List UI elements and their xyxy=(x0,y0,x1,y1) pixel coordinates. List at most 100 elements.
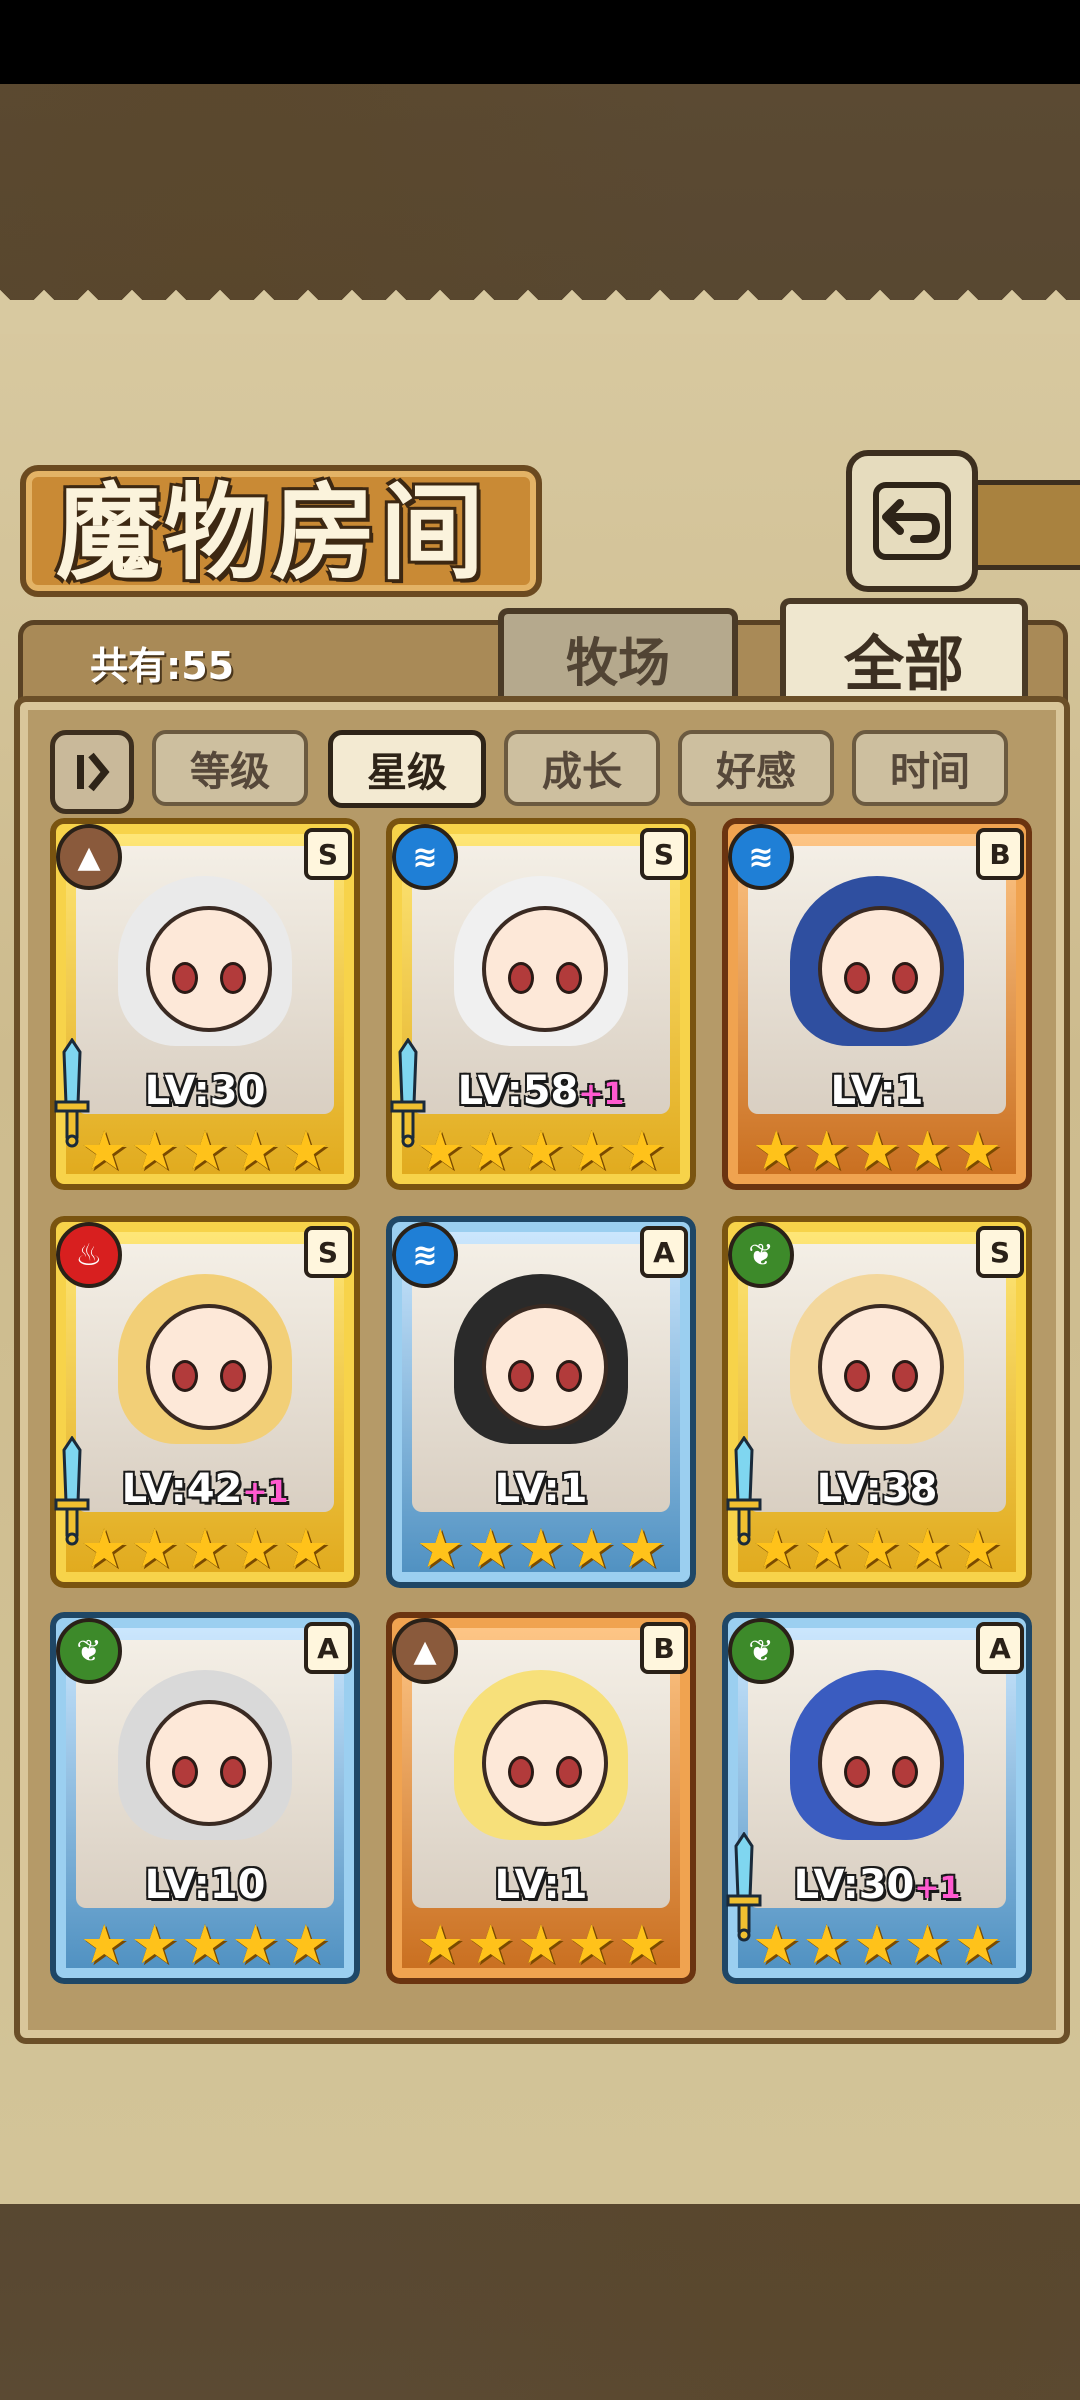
level-value: LV:10 xyxy=(144,1862,266,1908)
star-icon: ★ xyxy=(79,1119,129,1182)
star-icon: ★ xyxy=(281,1913,331,1976)
portrait-face xyxy=(146,906,272,1032)
star-icon: ★ xyxy=(903,1119,952,1182)
zigzag-border-top xyxy=(0,290,1080,334)
level-value: LV:58 xyxy=(457,1068,579,1114)
rank-badge: S xyxy=(640,828,688,880)
filter-affection[interactable]: 好感 xyxy=(678,730,834,806)
page-title: 魔物房间 xyxy=(56,471,489,594)
star-icon: ★ xyxy=(415,1517,465,1580)
level-plus: +1 xyxy=(242,1475,289,1510)
element-wood-icon: ❦ xyxy=(56,1618,122,1684)
filter-growth[interactable]: 成长 xyxy=(504,730,660,806)
star-icon: ★ xyxy=(802,1913,851,1976)
portrait-eye xyxy=(892,1360,918,1392)
portrait-eye xyxy=(556,1360,582,1392)
level-label: LV:1 xyxy=(386,1466,696,1512)
rank-badge: S xyxy=(976,1226,1024,1278)
portrait-eye xyxy=(892,962,918,994)
portrait-eye xyxy=(172,1360,198,1392)
star-icon: ★ xyxy=(130,1913,179,1976)
level-label: LV:38 xyxy=(722,1466,1032,1512)
level-label: LV:1 xyxy=(386,1862,696,1908)
level-label: LV:30+1 xyxy=(722,1862,1032,1908)
star-icon: ★ xyxy=(953,1517,1003,1580)
portrait-eye xyxy=(844,962,870,994)
star-icon: ★ xyxy=(516,1517,566,1580)
level-value: LV:42 xyxy=(121,1466,243,1512)
monster-card[interactable]: ♨ S LV:42+1 ★ ★ ★ ★ ★ xyxy=(50,1216,360,1588)
monster-card[interactable]: ▲ B LV:1 ★ ★ ★ ★ ★ xyxy=(386,1612,696,1984)
level-plus: +1 xyxy=(914,1871,961,1906)
star-icon: ★ xyxy=(953,1119,1003,1182)
star-icon: ★ xyxy=(852,1517,902,1580)
monster-card[interactable]: ❦ A LV:30+1 ★ ★ ★ ★ ★ xyxy=(722,1612,1032,1984)
portrait-eye xyxy=(172,962,198,994)
portrait-eye xyxy=(220,1360,246,1392)
status-bar xyxy=(0,0,1080,84)
star-icon: ★ xyxy=(180,1119,230,1182)
star-icon: ★ xyxy=(903,1913,952,1976)
star-icon: ★ xyxy=(953,1913,1003,1976)
tab-ranch[interactable]: 牧场 xyxy=(498,608,738,702)
element-fire-icon: ♨ xyxy=(56,1222,122,1288)
rank-badge: A xyxy=(304,1622,352,1674)
level-label: LV:30 xyxy=(50,1068,360,1114)
star-rating: ★ ★ ★ ★ ★ xyxy=(416,1517,666,1580)
monster-card[interactable]: ❦ A LV:10 ★ ★ ★ ★ ★ xyxy=(50,1612,360,1984)
portrait-eye xyxy=(892,1756,918,1788)
portrait-eye xyxy=(220,1756,246,1788)
star-rating: ★ ★ ★ ★ ★ xyxy=(416,1913,666,1976)
level-value: LV:1 xyxy=(494,1466,588,1512)
star-icon: ★ xyxy=(852,1119,902,1182)
sort-order-button[interactable] xyxy=(50,730,134,814)
star-icon: ★ xyxy=(751,1119,801,1182)
star-icon: ★ xyxy=(617,1517,667,1580)
star-rating: ★ ★ ★ ★ ★ xyxy=(80,1518,330,1580)
star-icon: ★ xyxy=(516,1119,566,1182)
rank-badge: S xyxy=(304,828,352,880)
back-button-arm xyxy=(960,480,1080,570)
star-icon: ★ xyxy=(79,1517,129,1580)
portrait-eye xyxy=(508,1360,534,1392)
level-label: LV:1 xyxy=(722,1068,1032,1114)
portrait-face xyxy=(146,1700,272,1826)
star-icon: ★ xyxy=(567,1913,616,1976)
star-icon: ★ xyxy=(130,1119,179,1182)
level-label: LV:42+1 xyxy=(50,1466,360,1512)
portrait-eye xyxy=(172,1756,198,1788)
star-icon: ★ xyxy=(617,1913,667,1976)
portrait-eye xyxy=(844,1756,870,1788)
star-icon: ★ xyxy=(180,1913,230,1976)
monster-card[interactable]: ▲ S LV:30 ★ ★ ★ ★ ★ xyxy=(50,818,360,1190)
star-icon: ★ xyxy=(567,1119,616,1182)
star-icon: ★ xyxy=(281,1517,331,1580)
star-icon: ★ xyxy=(466,1517,515,1580)
monster-card[interactable]: ≋ A LV:1 ★ ★ ★ ★ ★ xyxy=(386,1216,696,1588)
level-value: LV:1 xyxy=(830,1068,924,1114)
star-icon: ★ xyxy=(802,1517,851,1580)
filter-time[interactable]: 时间 xyxy=(852,730,1008,806)
filter-star[interactable]: 星级 xyxy=(328,730,486,808)
monster-card[interactable]: ❦ S LV:38 ★ ★ ★ ★ ★ xyxy=(722,1216,1032,1588)
element-wood-icon: ❦ xyxy=(728,1222,794,1288)
star-icon: ★ xyxy=(852,1913,902,1976)
portrait-eye xyxy=(220,962,246,994)
star-icon: ★ xyxy=(751,1517,801,1580)
star-icon: ★ xyxy=(802,1119,851,1182)
rank-badge: B xyxy=(976,828,1024,880)
star-rating: ★ ★ ★ ★ ★ xyxy=(752,1119,1002,1182)
filter-level[interactable]: 等级 xyxy=(152,730,308,806)
portrait-face xyxy=(818,1700,944,1826)
monster-card[interactable]: ≋ B LV:1 ★ ★ ★ ★ ★ xyxy=(722,818,1032,1190)
rank-badge: S xyxy=(304,1226,352,1278)
rank-badge: A xyxy=(640,1226,688,1278)
back-button[interactable] xyxy=(846,450,978,592)
monster-count: 共有:55 xyxy=(90,644,235,688)
portrait-face xyxy=(482,906,608,1032)
star-icon: ★ xyxy=(516,1913,566,1976)
portrait-face xyxy=(482,1304,608,1430)
portrait-eye xyxy=(844,1360,870,1392)
monster-card[interactable]: ≋ S LV:58+1 ★ ★ ★ ★ ★ xyxy=(386,818,696,1190)
element-water-icon: ≋ xyxy=(392,1222,458,1288)
